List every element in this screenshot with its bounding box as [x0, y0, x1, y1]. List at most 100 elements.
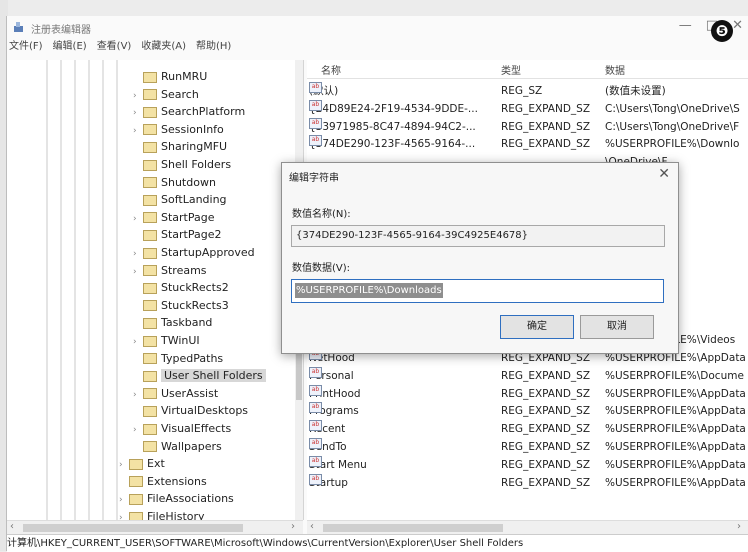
tree-item[interactable]: User Shell Folders: [133, 367, 266, 385]
list-row[interactable]: ab Programs REG_EXPAND_SZ %USERPROFILE%\App…: [307, 402, 748, 420]
tree-item[interactable]: › SessionInfo: [133, 121, 224, 139]
scroll-left-icon[interactable]: ‹: [10, 521, 14, 532]
tree-item[interactable]: RunMRU: [133, 68, 207, 86]
tree-item[interactable]: StartPage2: [133, 226, 222, 244]
expand-chevron-icon[interactable]: ›: [133, 263, 143, 281]
list-row[interactable]: ab {24D89E24-2F19-4534-9DDE-... REG_EXPAND…: [307, 99, 748, 118]
expand-chevron-icon[interactable]: ›: [133, 421, 143, 439]
tree-horizontal-scrollbar[interactable]: ‹ ›: [7, 520, 303, 535]
list-row[interactable]: ab Start Menu REG_EXPAND_SZ %USERPROFILE%\A…: [307, 455, 748, 474]
list-row[interactable]: ab {33971985-8C47-4894-94C2-... REG_EXPAND…: [307, 117, 748, 136]
value-data-label: 数值数据(V):: [292, 263, 351, 274]
folder-icon: [143, 282, 157, 294]
value-type-cell: REG_EXPAND_SZ: [501, 423, 591, 436]
tree-item[interactable]: TypedPaths: [133, 350, 223, 368]
tree-item[interactable]: Shell Folders: [133, 156, 231, 174]
menu-help[interactable]: 帮助(H): [196, 38, 231, 56]
expand-chevron-icon[interactable]: ›: [119, 456, 129, 474]
tree-item[interactable]: Extensions: [119, 473, 207, 491]
scroll-left-icon[interactable]: ‹: [310, 521, 314, 532]
list-horizontal-scrollbar[interactable]: ‹ ›: [307, 520, 748, 535]
menu-view[interactable]: 查看(V): [97, 38, 132, 56]
expand-chevron-icon[interactable]: ›: [133, 245, 143, 263]
tree-item-label: Streams: [161, 263, 207, 277]
folder-icon: [143, 441, 157, 453]
menu-favorites[interactable]: 收藏夹(A): [141, 38, 186, 56]
scroll-right-icon[interactable]: ›: [291, 521, 295, 532]
expand-chevron-icon[interactable]: ›: [133, 210, 143, 228]
value-name-cell: ab {374DE290-123F-4565-9164-...: [309, 135, 497, 153]
value-name-cell: ab (默认): [309, 82, 497, 100]
folder-icon: [143, 194, 157, 206]
column-type[interactable]: 类型: [501, 62, 521, 77]
key-tree: RunMRU › Search › SearchPlatform › SessionInfo…: [7, 60, 304, 520]
list-row[interactable]: ab (默认) REG_SZ (数值未设置): [307, 82, 748, 100]
expand-chevron-icon[interactable]: ›: [119, 491, 129, 509]
dialog-close-icon[interactable]: ✕: [658, 166, 670, 182]
menu-file[interactable]: 文件(F): [9, 38, 43, 56]
tree-item[interactable]: › StartupApproved: [133, 244, 255, 262]
tree-item[interactable]: › Search: [133, 86, 199, 104]
tree-item[interactable]: SharingMFU: [133, 138, 227, 156]
menu-edit[interactable]: 编辑(E): [53, 38, 87, 56]
tree-item[interactable]: › Ext: [119, 455, 165, 473]
column-name[interactable]: 名称: [321, 62, 341, 77]
list-row[interactable]: ab Startup REG_EXPAND_SZ %USERPROFILE%\AppD…: [307, 473, 748, 492]
tree-item[interactable]: › TWinUI: [133, 332, 200, 350]
tree-item[interactable]: › SearchPlatform: [133, 103, 245, 121]
list-row[interactable]: ab SendTo REG_EXPAND_SZ %USERPROFILE%\AppDa…: [307, 438, 748, 456]
value-name-label: 数值名称(N):: [292, 209, 351, 220]
tree-item[interactable]: VirtualDesktops: [133, 402, 248, 420]
tree-item[interactable]: › FileAssociations: [119, 490, 234, 508]
close-button[interactable]: ✕: [732, 18, 743, 33]
value-data-field[interactable]: %USERPROFILE%\Downloads: [291, 279, 664, 303]
tree-item-label: Wallpapers: [161, 439, 222, 453]
tree-item[interactable]: › StartPage: [133, 209, 215, 227]
value-data-cell: %USERPROFILE%\AppData: [605, 387, 746, 400]
expand-chevron-icon[interactable]: ›: [133, 122, 143, 140]
scroll-right-icon[interactable]: ›: [737, 521, 741, 532]
folder-icon: [143, 265, 157, 277]
tree-item-label: SessionInfo: [161, 122, 224, 136]
value-name-field[interactable]: {374DE290-123F-4565-9164-39C4925E4678}: [291, 225, 665, 247]
tree-item[interactable]: Shutdown: [133, 174, 216, 192]
tree-item-label: User Shell Folders: [161, 369, 266, 383]
value-data-cell: %USERPROFILE%\AppData: [605, 405, 746, 418]
cancel-button[interactable]: 取消: [580, 315, 654, 339]
value-type-cell: REG_EXPAND_SZ: [501, 405, 591, 418]
expand-chevron-icon[interactable]: ›: [133, 104, 143, 122]
value-type-cell: REG_EXPAND_SZ: [501, 102, 591, 115]
tree-item[interactable]: › UserAssist: [133, 385, 218, 403]
expand-chevron-icon[interactable]: ›: [133, 333, 143, 351]
tree-item[interactable]: › Streams: [133, 262, 207, 280]
value-name-text: {33971985-8C47-4894-94C2-...: [309, 120, 476, 133]
status-bar: 计算机\HKEY_CURRENT_USER\SOFTWARE\Microsoft…: [7, 534, 748, 552]
tree-item[interactable]: › VisualEffects: [133, 420, 231, 438]
expand-chevron-icon[interactable]: ›: [133, 386, 143, 404]
value-type-cell: REG_EXPAND_SZ: [501, 458, 591, 471]
tree-item[interactable]: StuckRects2: [133, 279, 229, 297]
tree-item[interactable]: › FileHistory: [119, 508, 205, 520]
list-row[interactable]: ab Personal REG_EXPAND_SZ %USERPROFILE%\Doc…: [307, 366, 748, 385]
value-type-cell: REG_EXPAND_SZ: [501, 138, 591, 151]
tree-item[interactable]: Wallpapers: [133, 438, 222, 456]
folder-icon: [143, 353, 157, 365]
expand-chevron-icon[interactable]: ›: [119, 509, 129, 520]
list-row[interactable]: ab {374DE290-123F-4565-9164-... REG_EXPAND…: [307, 135, 748, 153]
ok-button[interactable]: 确定: [500, 315, 574, 339]
tree-item-label: VisualEffects: [161, 422, 232, 435]
folder-icon: [129, 493, 143, 505]
list-row[interactable]: ab Recent REG_EXPAND_SZ %USERPROFILE%\AppDa…: [307, 420, 748, 438]
value-data-cell: %USERPROFILE%\AppData: [605, 441, 746, 453]
tree-item[interactable]: SoftLanding: [133, 191, 227, 209]
expand-chevron-icon[interactable]: ›: [133, 87, 143, 105]
list-row[interactable]: ab PrintHood REG_EXPAND_SZ %USERPROFILE%\Ap…: [307, 384, 748, 403]
tree-item[interactable]: Taskband: [133, 314, 212, 332]
value-data-cell: %USERPROFILE%\AppData: [605, 423, 746, 436]
folder-icon: [143, 405, 157, 417]
minimize-button[interactable]: —: [679, 18, 692, 33]
column-data[interactable]: 数据: [605, 62, 625, 77]
dialog-title: 编辑字符串: [289, 173, 339, 184]
tree-item[interactable]: StuckRects3: [133, 297, 229, 315]
edit-string-dialog: 编辑字符串 ✕ 数值名称(N): {374DE290-123F-4565-916…: [281, 162, 679, 354]
